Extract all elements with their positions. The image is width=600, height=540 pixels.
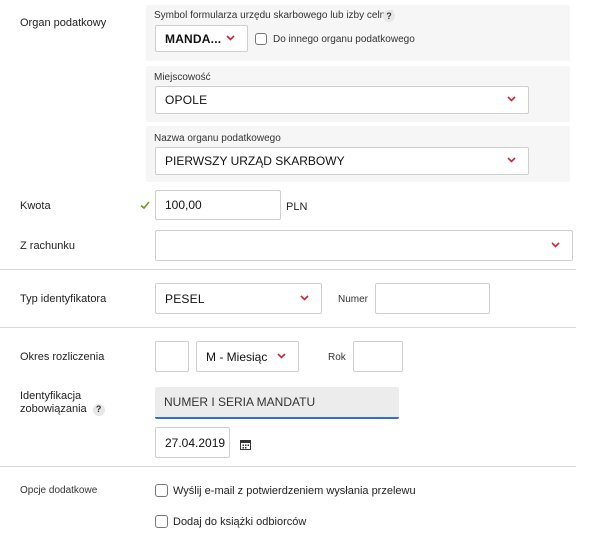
period-month-value: M - Miesiąc: [206, 349, 268, 364]
addressbook-label: Dodaj do książki odbiorców: [173, 516, 307, 528]
other-organ-checkbox[interactable]: [255, 33, 267, 45]
period-year-label: Rok: [328, 352, 346, 363]
chevron-down-icon: [507, 94, 516, 103]
symbol-value: MANDA...: [165, 31, 222, 46]
office-select[interactable]: PIERWSZY URZĄD SKARBOWY: [155, 147, 529, 175]
divider: [0, 327, 576, 328]
divider: [0, 269, 576, 270]
addressbook-checkbox[interactable]: [155, 515, 168, 528]
email-confirmation-checkbox[interactable]: [155, 484, 168, 497]
divider: [0, 466, 576, 467]
period-day-input[interactable]: [155, 341, 189, 372]
obligation-label-line1: Identyfikacja: [20, 390, 82, 402]
email-confirmation-label: Wyślij e-mail z potwierdzeniem wysłania …: [173, 485, 416, 497]
amount-input[interactable]: 100,00: [155, 190, 281, 220]
chevron-down-icon: [277, 351, 286, 360]
chevron-down-icon: [300, 293, 309, 302]
obligation-value: NUMER I SERIA MANDATU: [164, 395, 316, 409]
organ-label: Organ podatkowy: [20, 17, 107, 29]
identifier-type-label: Typ identyfikatora: [20, 293, 107, 305]
date-input[interactable]: 27.04.2019: [155, 427, 230, 458]
obligation-input[interactable]: NUMER I SERIA MANDATU: [155, 387, 399, 419]
city-select[interactable]: OPOLE: [155, 86, 529, 114]
obligation-label: Identyfikacja zobowiązania ?: [20, 390, 105, 416]
check-icon: [139, 198, 151, 210]
obligation-label-line2: zobowiązania: [20, 403, 87, 415]
office-value: PIERWSZY URZĄD SKARBOWY: [165, 154, 345, 168]
calendar-icon[interactable]: [240, 437, 251, 450]
symbol-select[interactable]: MANDA...: [155, 25, 248, 52]
city-value: OPOLE: [165, 93, 208, 107]
period-year-input[interactable]: [353, 341, 403, 372]
options-label: Opcje dodatkowe: [20, 485, 98, 496]
identifier-type-select[interactable]: PESEL: [155, 283, 322, 314]
chevron-down-icon: [226, 33, 235, 42]
chevron-down-icon: [551, 240, 560, 249]
date-value: 27.04.2019: [165, 435, 226, 450]
other-organ-label: Do innego organu podatkowego: [273, 34, 415, 45]
amount-value: 100,00: [165, 198, 202, 212]
period-label: Okres rozliczenia: [20, 351, 105, 363]
currency-label: PLN: [286, 201, 308, 213]
identifier-number-input[interactable]: [375, 283, 490, 314]
help-icon[interactable]: ?: [92, 403, 105, 416]
account-select[interactable]: [155, 230, 573, 261]
amount-label: Kwota: [20, 200, 51, 212]
city-label: Miejscowość: [154, 72, 211, 83]
identifier-number-label: Numer: [338, 294, 369, 305]
period-month-select[interactable]: M - Miesiąc: [196, 341, 299, 372]
chevron-down-icon: [507, 155, 516, 164]
help-icon[interactable]: ?: [383, 10, 395, 22]
symbol-label: Symbol formularza urzędu skarbowego lub …: [154, 10, 394, 21]
identifier-type-value: PESEL: [165, 291, 205, 306]
office-label: Nazwa organu podatkowego: [154, 133, 281, 144]
account-label: Z rachunku: [20, 240, 76, 252]
